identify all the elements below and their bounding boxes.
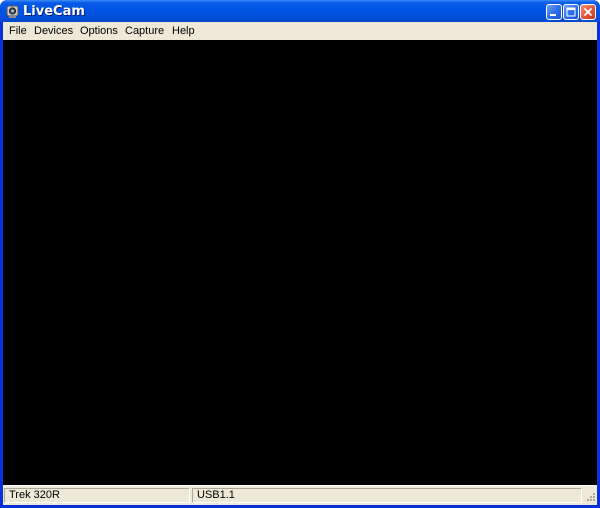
status-device: Trek 320R	[4, 488, 190, 503]
maximize-button[interactable]	[563, 4, 579, 20]
minimize-button[interactable]	[546, 4, 562, 20]
close-button[interactable]	[580, 4, 596, 20]
menu-options[interactable]: Options	[80, 25, 118, 37]
menu-devices[interactable]: Devices	[34, 25, 73, 37]
app-window: LiveCam File Devices Options Capture Hel	[0, 0, 600, 508]
title-bar[interactable]: LiveCam	[0, 0, 600, 22]
status-connection: USB1.1	[192, 488, 582, 503]
menu-help[interactable]: Help	[172, 25, 195, 37]
status-bar: Trek 320R USB1.1	[3, 485, 597, 505]
webcam-icon[interactable]	[5, 3, 21, 19]
resize-grip-icon[interactable]	[584, 492, 596, 504]
close-icon	[583, 7, 593, 17]
window-title: LiveCam	[23, 4, 85, 19]
minimize-icon	[550, 14, 556, 16]
video-preview[interactable]	[3, 40, 597, 485]
menu-file[interactable]: File	[9, 25, 27, 37]
menu-capture[interactable]: Capture	[125, 25, 164, 37]
client-area: File Devices Options Capture Help Trek 3…	[3, 22, 597, 505]
maximize-icon	[566, 7, 576, 17]
menu-bar: File Devices Options Capture Help	[3, 22, 597, 40]
